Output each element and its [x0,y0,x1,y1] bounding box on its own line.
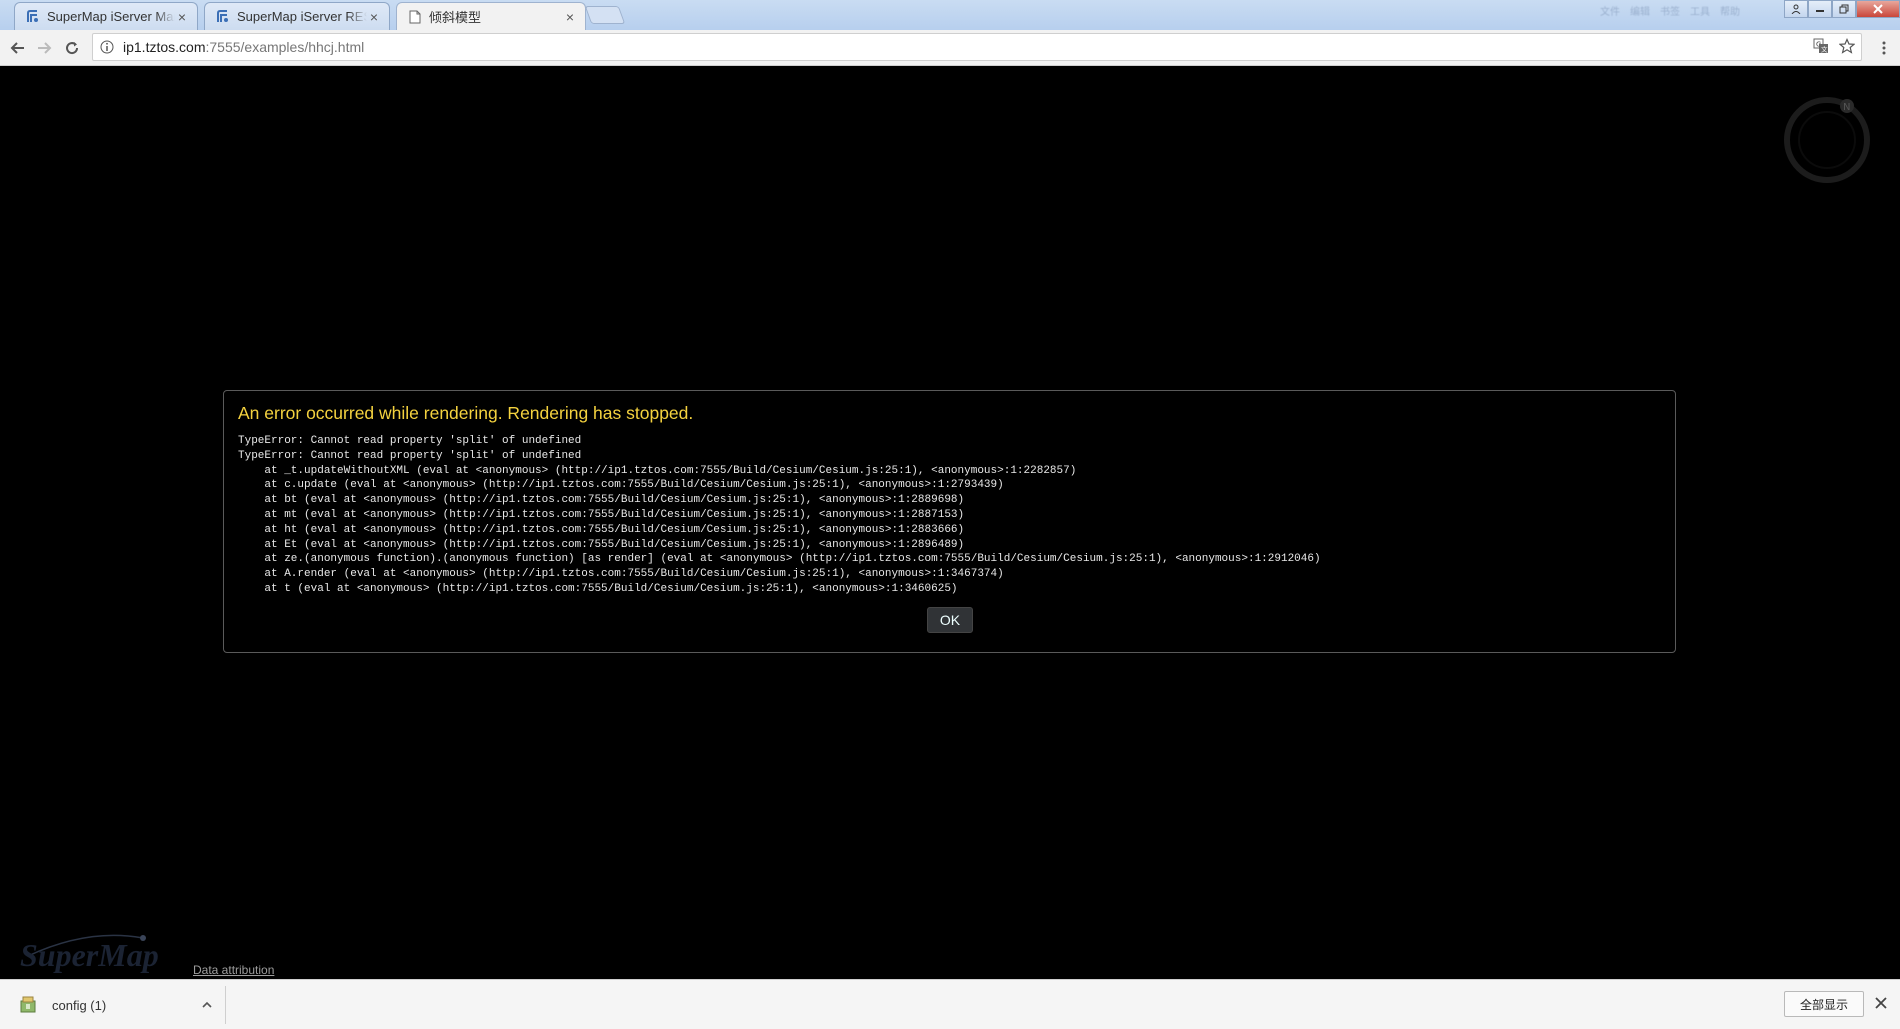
minimize-icon[interactable] [1808,0,1832,18]
titlebar-menu-item: 帮助 [1720,7,1740,18]
logo-text: SuperMap [20,937,159,973]
tab-title: SuperMap iServer REST [237,9,367,24]
supermap-icon [25,9,41,25]
download-item[interactable]: config (1) [10,986,226,1024]
address-bar[interactable]: ip1.tztos.com:7555/examples/hhcj.html G文 [92,33,1862,61]
window-close-icon[interactable] [1856,0,1900,18]
show-all-downloads-button[interactable]: 全部显示 [1784,991,1864,1017]
tab-close-icon[interactable]: × [563,9,577,25]
page-icon [407,9,423,25]
url-host: ip1.tztos.com [123,39,206,55]
info-icon[interactable] [99,39,115,55]
svg-text:文: 文 [1821,45,1828,54]
tab-close-icon[interactable]: × [367,9,381,25]
download-item-name: config (1) [52,997,107,1013]
forward-icon[interactable] [34,38,54,58]
file-archive-icon [18,995,38,1015]
tab-oblique-model[interactable]: 倾斜模型 × [396,2,586,30]
restore-icon[interactable] [1832,0,1856,18]
url-path: :7555/examples/hhcj.html [205,39,365,55]
download-shelf: config (1) 全部显示 [0,979,1900,1029]
tab-title: SuperMap iServer Man [47,9,175,24]
tab-close-icon[interactable]: × [175,9,189,25]
tab-supermap-rest[interactable]: SuperMap iServer REST × [204,2,390,30]
reload-icon[interactable] [62,38,82,58]
tab-supermap-manager[interactable]: SuperMap iServer Man × [14,2,198,30]
titlebar-menu-item: 工具 [1690,7,1710,18]
close-icon[interactable] [1872,994,1890,1012]
back-icon[interactable] [8,38,28,58]
titlebar-menu-item: 文件 [1600,7,1620,18]
bookmark-star-icon[interactable] [1838,38,1856,59]
data-attribution-link[interactable]: Data attribution [193,963,274,977]
titlebar-menu-item: 书签 [1660,7,1680,18]
compass-icon[interactable]: N [1783,96,1871,184]
new-tab-button[interactable] [584,6,626,24]
titlebar-menu: 文件 编辑 书签 工具 帮助 [1600,3,1740,18]
error-message: TypeError: Cannot read property 'split' … [238,435,1321,595]
url-text: ip1.tztos.com:7555/examples/hhcj.html [123,39,364,55]
error-dialog: An error occurred while rendering. Rende… [223,390,1676,653]
tab-title: 倾斜模型 [429,10,482,25]
supermap-logo[interactable]: SuperMap [18,926,168,974]
window-controls [1784,0,1900,18]
cesium-viewport[interactable]: N An error occurred while rendering. Ren… [0,66,1900,979]
user-icon[interactable] [1784,0,1808,18]
error-title: An error occurred while rendering. Rende… [238,403,694,423]
compass-north-label: N [1843,102,1850,113]
chevron-up-icon[interactable] [197,995,217,1015]
titlebar-menu-item: 编辑 [1630,7,1650,18]
browser-toolbar: ip1.tztos.com:7555/examples/hhcj.html G文 [0,30,1900,66]
ok-button[interactable]: OK [927,607,973,633]
translate-icon[interactable]: G文 [1813,38,1829,59]
browser-titlebar: SuperMap iServer Man × SuperMap iServer … [0,0,1900,30]
menu-kebab-icon[interactable] [1874,38,1894,58]
supermap-icon [215,9,231,25]
